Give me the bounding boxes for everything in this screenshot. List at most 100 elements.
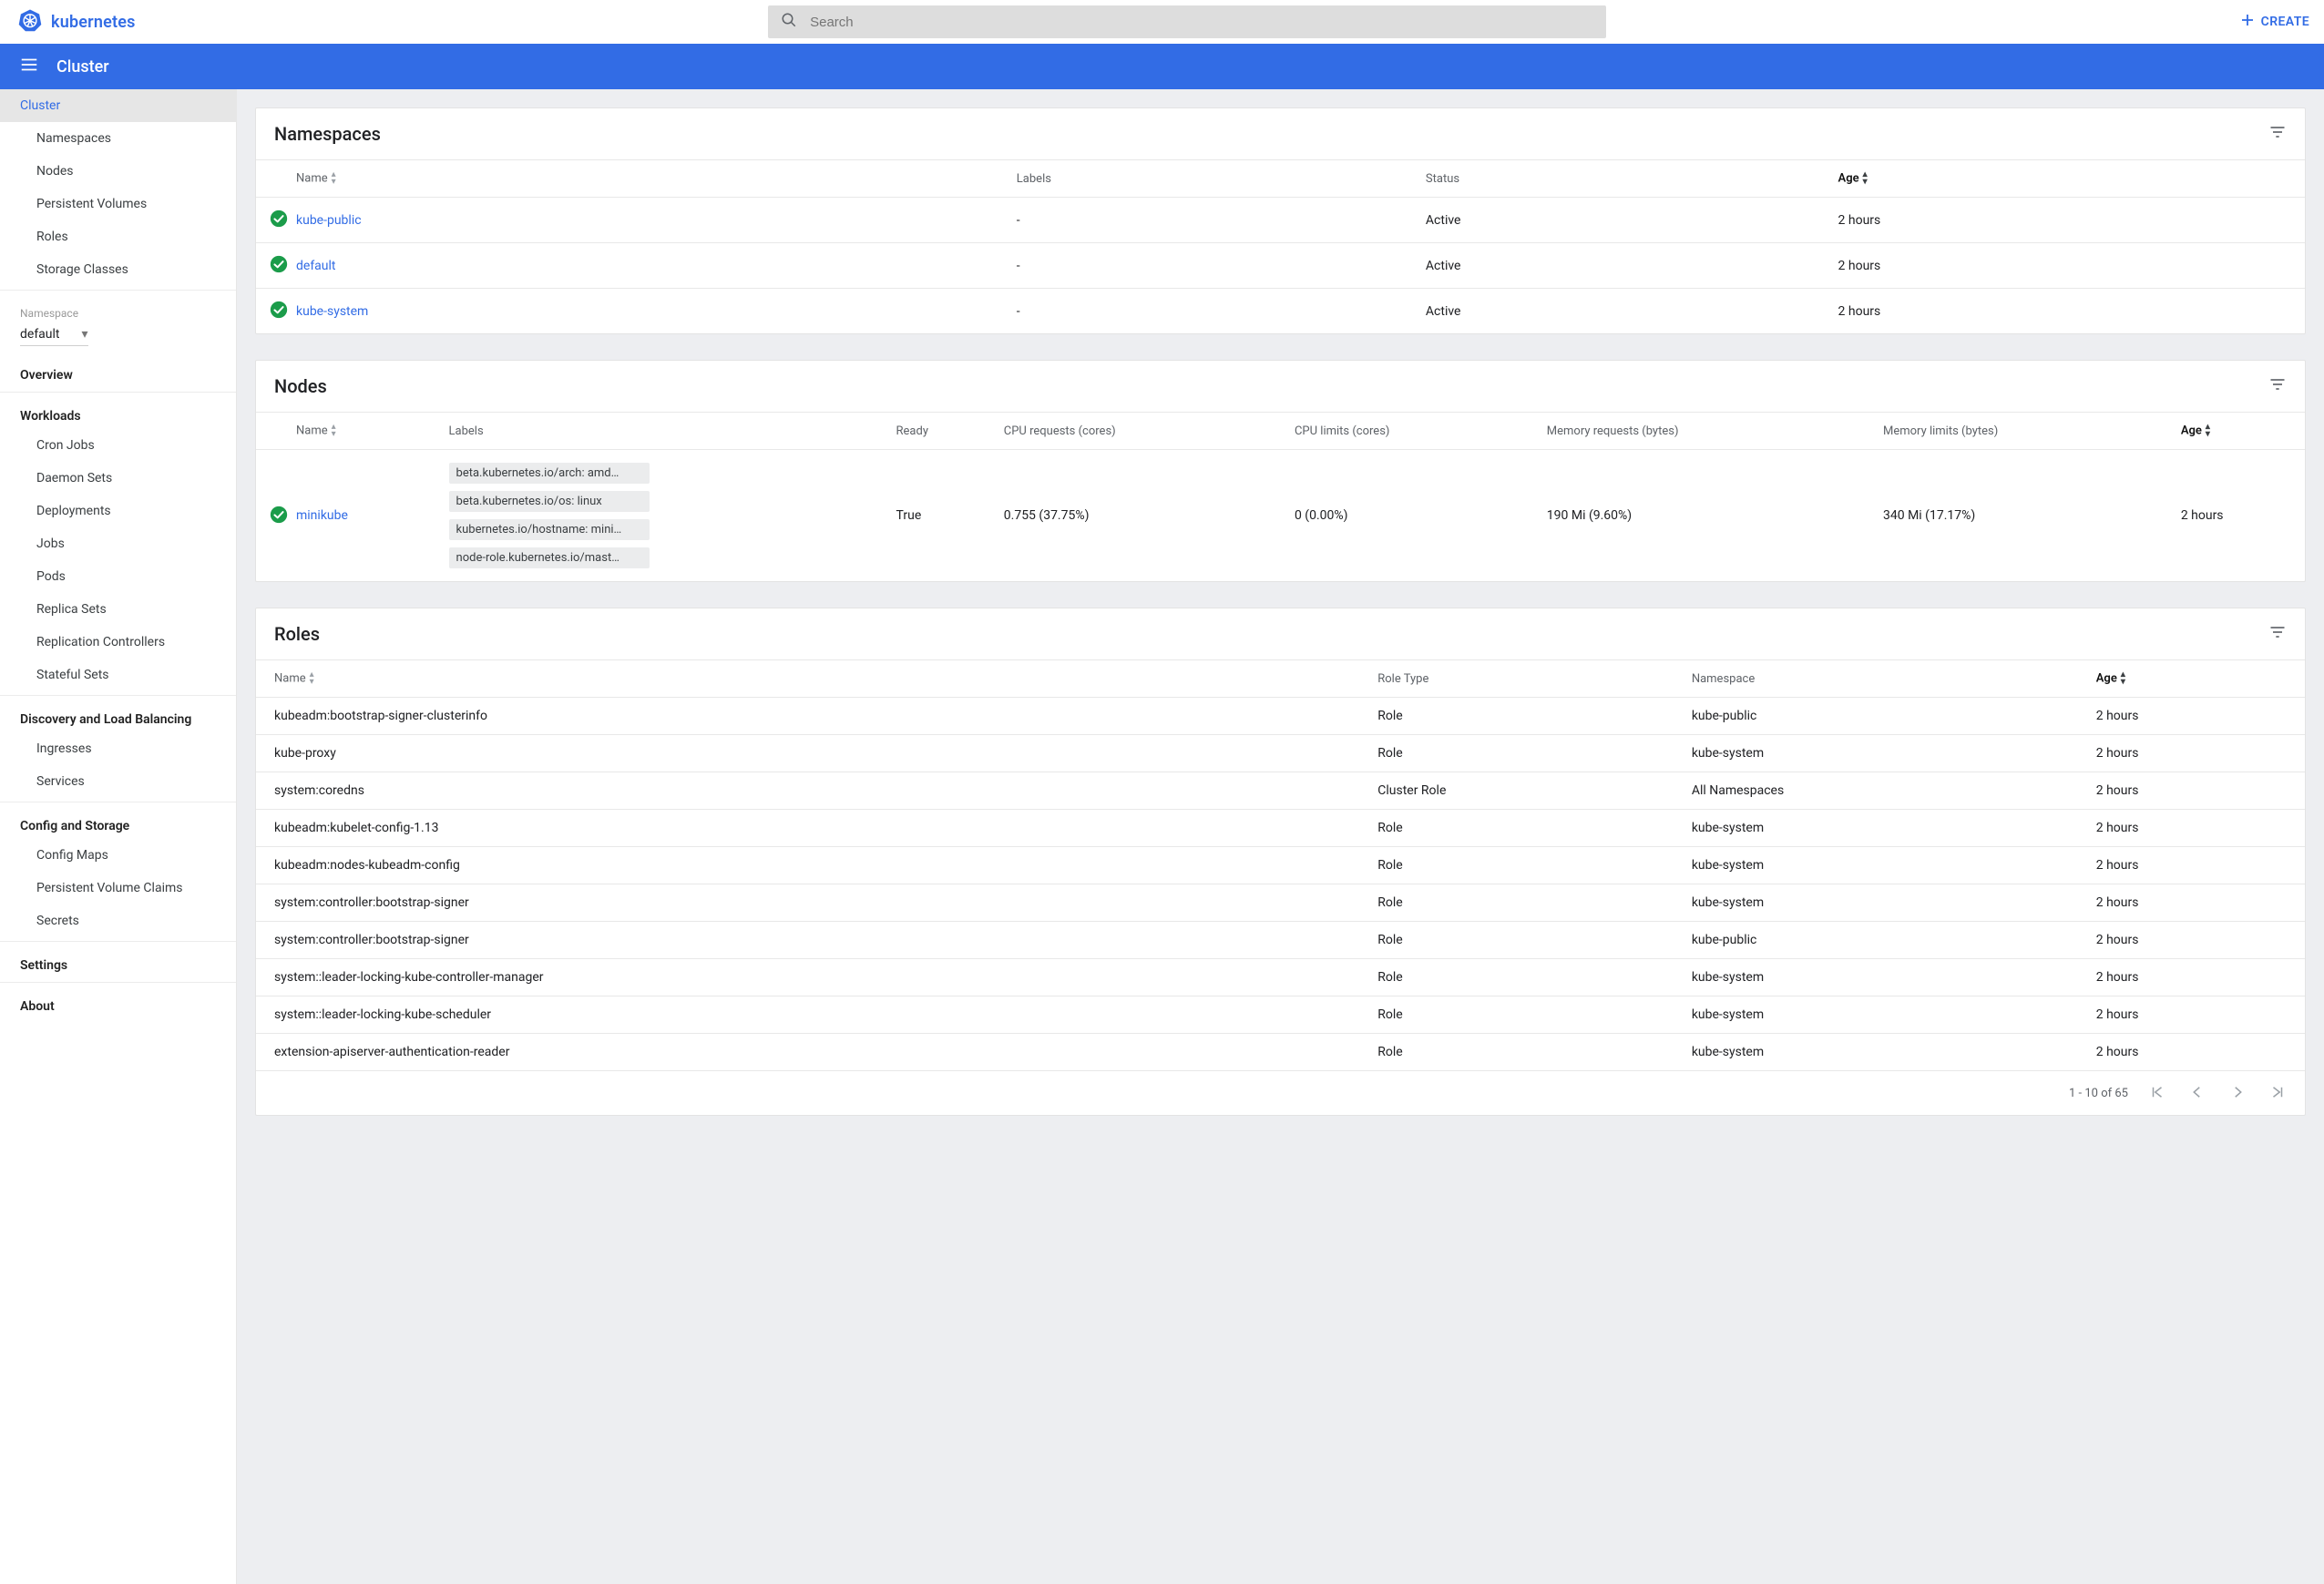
label-chip: kubernetes.io/hostname: mini… — [449, 519, 650, 540]
sort-icon: ▴▾ — [1863, 171, 1868, 186]
roles-table: Name▴▾ Role Type Namespace Age▴▾ kubeadm… — [256, 659, 2305, 1070]
search-input[interactable] — [808, 14, 1593, 31]
create-button[interactable]: CREATE — [2239, 12, 2309, 32]
kubernetes-logo-icon — [18, 8, 42, 36]
sidebar-item-ingresses[interactable]: Ingresses — [0, 732, 236, 765]
col-labels[interactable]: Labels — [442, 413, 889, 450]
table-row: kube-system-Active2 hours — [256, 289, 2305, 334]
sidebar-item-about[interactable]: About — [0, 986, 236, 1019]
cell-age: 2 hours — [1831, 243, 2305, 289]
brand[interactable]: kubernetes — [18, 8, 136, 36]
hamburger-icon — [19, 55, 39, 78]
namespace-selector[interactable]: default ▾ — [20, 327, 88, 346]
cell-ns: kube-public — [1684, 922, 2089, 959]
table-row: system::leader-locking-kube-controller-m… — [256, 959, 2305, 996]
cell-age: 2 hours — [1831, 198, 2305, 243]
sidebar-item-persistent-volumes[interactable]: Persistent Volumes — [0, 188, 236, 220]
sidebar-item-cron-jobs[interactable]: Cron Jobs — [0, 429, 236, 462]
col-ready[interactable]: Ready — [889, 413, 997, 450]
cell-name: kubeadm:kubelet-config-1.13 — [256, 810, 1370, 847]
divider — [0, 392, 236, 393]
status-success-icon — [269, 300, 289, 320]
cell-type: Role — [1370, 996, 1684, 1034]
filter-button[interactable] — [2268, 375, 2287, 397]
table-row: system::leader-locking-kube-schedulerRol… — [256, 996, 2305, 1034]
pager-next-button[interactable] — [2225, 1080, 2250, 1106]
sidebar-item-deployments[interactable]: Deployments — [0, 495, 236, 527]
table-row: kube-public-Active2 hours — [256, 198, 2305, 243]
pager-first-button[interactable] — [2145, 1080, 2170, 1106]
sidebar-item-namespaces[interactable]: Namespaces — [0, 122, 236, 155]
namespaces-table: Name▴▾ Labels Status Age▴▾ kube-public-A… — [256, 159, 2305, 333]
col-mem-lim[interactable]: Memory limits (bytes) — [1876, 413, 2174, 450]
cell-ready: True — [889, 450, 997, 582]
pager-prev-button[interactable] — [2185, 1080, 2210, 1106]
divider — [0, 290, 236, 291]
sidebar-item-config-maps[interactable]: Config Maps — [0, 839, 236, 872]
status-success-icon — [269, 505, 289, 525]
cell-ns: kube-system — [1684, 735, 2089, 772]
filter-button[interactable] — [2268, 623, 2287, 645]
col-name[interactable]: Name▴▾ — [289, 160, 1009, 198]
cell-type: Cluster Role — [1370, 772, 1684, 810]
namespace-link[interactable]: default — [296, 259, 336, 273]
sidebar-item-roles[interactable]: Roles — [0, 220, 236, 253]
sort-icon: ▴▾ — [332, 424, 336, 438]
sidebar-group-dlb[interactable]: Discovery and Load Balancing — [0, 700, 236, 732]
filter-button[interactable] — [2268, 123, 2287, 145]
col-name[interactable]: Name▴▾ — [256, 660, 1370, 698]
col-ns[interactable]: Namespace — [1684, 660, 2089, 698]
sidebar-item-settings[interactable]: Settings — [0, 945, 236, 978]
sidebar-item-persistent-volume-claims[interactable]: Persistent Volume Claims — [0, 872, 236, 904]
nodes-table: Name▴▾ Labels Ready CPU requests (cores)… — [256, 412, 2305, 581]
col-cpu-lim[interactable]: CPU limits (cores) — [1287, 413, 1540, 450]
search-box[interactable] — [768, 5, 1606, 38]
sidebar-item-jobs[interactable]: Jobs — [0, 527, 236, 560]
col-name[interactable]: Name▴▾ — [289, 413, 442, 450]
cell-labels: - — [1009, 243, 1418, 289]
table-row: default-Active2 hours — [256, 243, 2305, 289]
pager-range: 1 - 10 of 65 — [2069, 1087, 2128, 1100]
sidebar-item-replication-controllers[interactable]: Replication Controllers — [0, 626, 236, 659]
create-label: CREATE — [2261, 15, 2309, 29]
cell-age: 2 hours — [2089, 884, 2305, 922]
cell-age: 2 hours — [2089, 735, 2305, 772]
pager-last-button[interactable] — [2265, 1080, 2290, 1106]
col-cpu-req[interactable]: CPU requests (cores) — [997, 413, 1287, 450]
cell-ns: kube-system — [1684, 996, 2089, 1034]
menu-toggle-button[interactable] — [18, 56, 40, 77]
col-age[interactable]: Age▴▾ — [1831, 160, 2305, 198]
sidebar-item-nodes[interactable]: Nodes — [0, 155, 236, 188]
cell-age: 2 hours — [2089, 698, 2305, 735]
sidebar-item-overview[interactable]: Overview — [0, 355, 236, 388]
sidebar-item-daemon-sets[interactable]: Daemon Sets — [0, 462, 236, 495]
col-status[interactable]: Status — [1418, 160, 1831, 198]
sidebar-item-cluster[interactable]: Cluster — [0, 89, 236, 122]
col-age[interactable]: Age▴▾ — [2174, 413, 2305, 450]
cell-ns: kube-system — [1684, 884, 2089, 922]
cell-name: kube-proxy — [256, 735, 1370, 772]
sort-icon: ▴▾ — [2121, 671, 2125, 686]
namespace-link[interactable]: kube-public — [296, 213, 362, 228]
label-chip: node-role.kubernetes.io/mast… — [449, 547, 650, 568]
cell-ns: kube-public — [1684, 698, 2089, 735]
col-age[interactable]: Age▴▾ — [2089, 660, 2305, 698]
sidebar-item-services[interactable]: Services — [0, 765, 236, 798]
col-labels[interactable]: Labels — [1009, 160, 1418, 198]
sidebar-item-stateful-sets[interactable]: Stateful Sets — [0, 659, 236, 691]
top-bar: kubernetes CREATE — [0, 0, 2324, 44]
sidebar-item-replica-sets[interactable]: Replica Sets — [0, 593, 236, 626]
cell-name: system::leader-locking-kube-controller-m… — [256, 959, 1370, 996]
sidebar-group-config[interactable]: Config and Storage — [0, 806, 236, 839]
cell-labels: - — [1009, 198, 1418, 243]
sort-icon: ▴▾ — [332, 171, 336, 186]
sidebar-group-workloads[interactable]: Workloads — [0, 396, 236, 429]
namespace-link[interactable]: kube-system — [296, 304, 368, 319]
col-mem-req[interactable]: Memory requests (bytes) — [1540, 413, 1876, 450]
sidebar-item-storage-classes[interactable]: Storage Classes — [0, 253, 236, 286]
col-type[interactable]: Role Type — [1370, 660, 1684, 698]
sidebar: Cluster NamespacesNodesPersistent Volume… — [0, 89, 237, 1584]
sidebar-item-pods[interactable]: Pods — [0, 560, 236, 593]
sidebar-item-secrets[interactable]: Secrets — [0, 904, 236, 937]
node-link[interactable]: minikube — [296, 508, 348, 523]
